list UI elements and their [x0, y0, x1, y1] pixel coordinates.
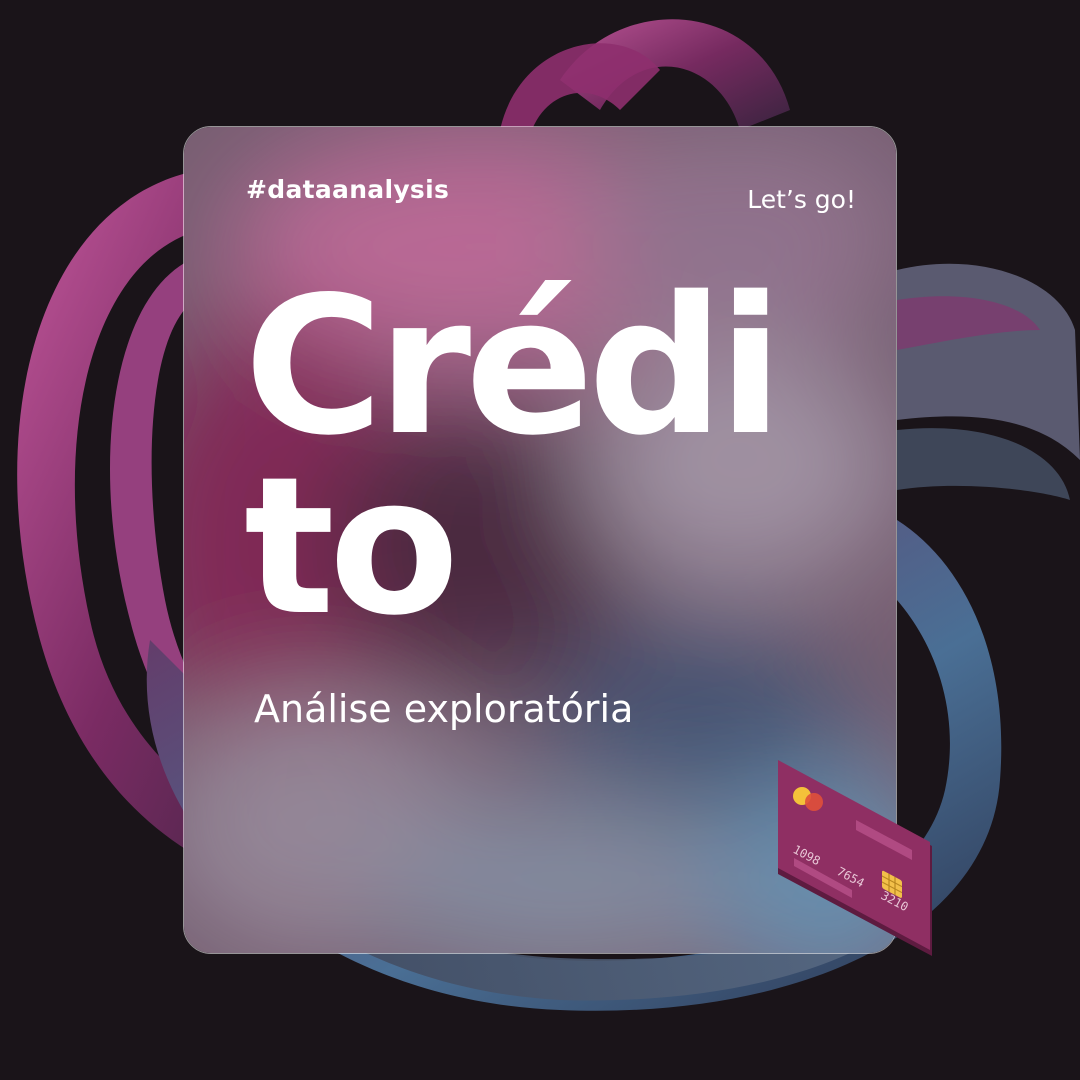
main-title: Crédi to	[244, 256, 884, 657]
subtitle: Análise exploratória	[254, 687, 634, 731]
hashtag-label: #dataanalysis	[246, 175, 450, 204]
title-line-1: Crédi	[244, 256, 783, 477]
lets-go-label: Let’s go!	[747, 185, 856, 214]
title-line-2: to	[244, 436, 459, 657]
credit-card-illustration: 1098 7654 3210	[778, 760, 932, 956]
poster: #dataanalysis Let’s go! Crédi to Análise…	[0, 0, 1080, 1080]
